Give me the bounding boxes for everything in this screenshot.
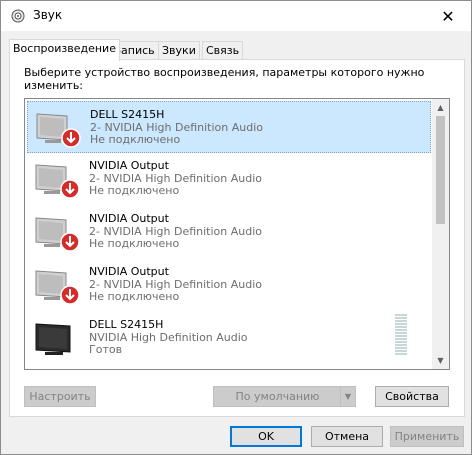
monitor-icon	[35, 323, 71, 355]
scroll-up-icon[interactable]: ▲	[432, 99, 449, 116]
apply-button[interactable]: Применить	[390, 426, 464, 447]
window-title: Звук	[33, 8, 63, 22]
list-item[interactable]: NVIDIA Output 2- NVIDIA High Definition …	[27, 153, 431, 205]
device-name: NVIDIA Output	[89, 265, 169, 278]
device-status: Не подключено	[89, 237, 180, 250]
set-default-label: По умолчанию	[235, 390, 320, 403]
tab-communications[interactable]: Связь	[202, 41, 244, 60]
device-name: NVIDIA Output	[89, 212, 169, 225]
device-name: DELL S2415H	[89, 318, 164, 331]
device-status: Не подключено	[90, 133, 181, 146]
volume-level-meter	[395, 314, 407, 356]
monitor-icon	[35, 270, 80, 305]
monitor-icon	[35, 164, 80, 199]
cancel-button[interactable]: Отмена	[311, 426, 383, 447]
device-list[interactable]: DELL S2415H 2- NVIDIA High Definition Au…	[24, 98, 450, 370]
list-item[interactable]: DELL S2415H NVIDIA High Definition Audio…	[27, 312, 431, 364]
scroll-down-icon[interactable]: ▼	[432, 352, 449, 369]
device-status: Не подключено	[89, 184, 180, 197]
panel-description: Выберите устройство воспроизведения, пар…	[24, 66, 425, 92]
close-icon: ✕	[441, 6, 455, 26]
tab-sounds[interactable]: Звуки	[158, 41, 200, 60]
monitor-icon	[35, 217, 80, 252]
tab-playback[interactable]: Воспроизведение	[9, 39, 120, 61]
sound-dialog: Звук ✕ Воспроизведение Запись Звуки Связ…	[0, 0, 472, 455]
device-name: NVIDIA Output	[89, 159, 169, 172]
set-default-button[interactable]: По умолчанию ▼	[213, 386, 356, 407]
properties-button[interactable]: Свойства	[375, 386, 449, 407]
vertical-scrollbar[interactable]: ▲ ▼	[432, 99, 449, 369]
title-bar[interactable]: Звук ✕	[1, 1, 471, 31]
ok-button[interactable]: OK	[230, 426, 302, 447]
configure-button[interactable]: Настроить	[24, 386, 96, 407]
device-name: DELL S2415H	[90, 108, 165, 121]
list-item[interactable]: NVIDIA Output 2- NVIDIA High Definition …	[27, 206, 431, 258]
speaker-icon	[11, 9, 25, 23]
playback-panel: Выберите устройство воспроизведения, пар…	[9, 59, 465, 417]
device-status: Готов	[89, 343, 123, 356]
list-item[interactable]: NVIDIA Output 2- NVIDIA High Definition …	[27, 259, 431, 311]
monitor-icon	[36, 113, 81, 148]
list-item[interactable]: DELL S2415H 2- NVIDIA High Definition Au…	[27, 101, 431, 153]
dropdown-arrow-icon[interactable]: ▼	[340, 387, 355, 406]
device-status: Не подключено	[89, 290, 180, 303]
scroll-thumb[interactable]	[436, 116, 445, 224]
close-button[interactable]: ✕	[425, 1, 471, 31]
